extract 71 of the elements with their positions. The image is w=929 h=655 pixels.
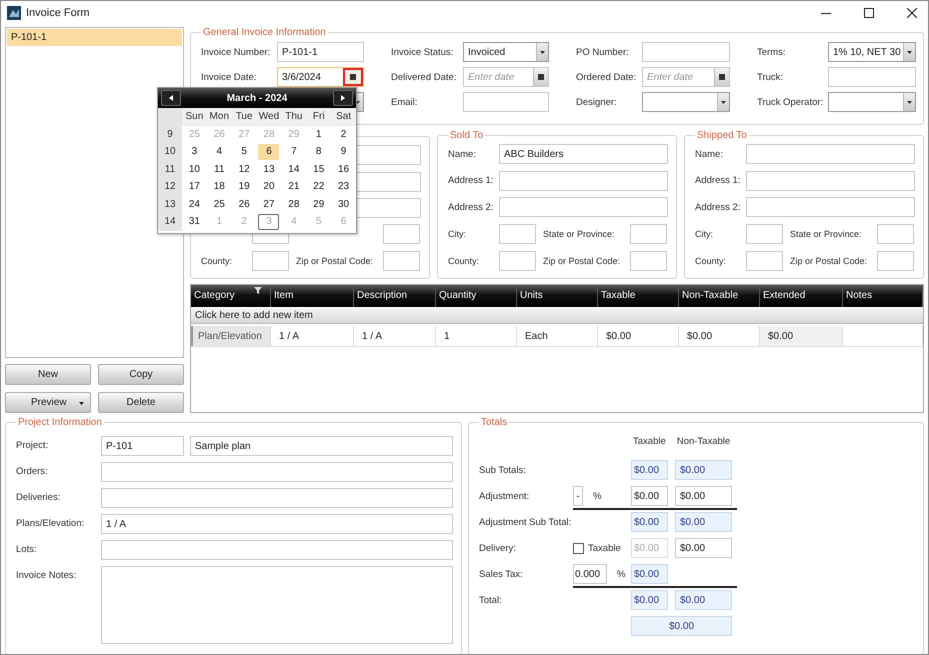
field-label: PO Number:: [575, 46, 630, 58]
week-number: 11: [158, 160, 182, 178]
field-label: Designer:: [575, 96, 618, 108]
field-label: Plans/Elevation:: [16, 517, 86, 529]
field-label: Address 1:: [695, 175, 742, 186]
field-label: Ordered Date:: [575, 72, 638, 82]
field-label: Sub Totals:: [479, 464, 527, 476]
field-label: Address 2:: [448, 202, 494, 213]
unit-label: %: [617, 568, 626, 580]
field-label: Adjustment Sub Total:: [479, 516, 572, 528]
week-number: 10: [158, 143, 182, 160]
weekday-label: Tue: [232, 108, 257, 126]
field-label: County:: [448, 256, 480, 266]
field-label: Deliveries:: [16, 491, 62, 503]
field-label: Delivered Date:: [390, 72, 458, 82]
field-label: Address 1:: [448, 175, 494, 186]
unit-label: %: [593, 490, 602, 502]
group-title: Shipped To: [696, 130, 748, 141]
table-cell: $0.00: [687, 330, 712, 342]
field-label: County:: [201, 256, 234, 266]
field-label: Sales Tax:: [479, 568, 524, 580]
field-label: Address 2:: [695, 202, 742, 213]
group-title: Project Information: [17, 417, 103, 428]
field-label: County:: [695, 256, 728, 266]
weekday-label: Wed: [256, 108, 282, 126]
window-title: Invoice Form: [26, 7, 90, 19]
group-title: General Invoice Information: [202, 27, 327, 38]
column-header: Taxable: [632, 436, 667, 446]
week-number: 14: [158, 213, 182, 230]
week-number: 12: [158, 178, 182, 196]
field-label: Name:: [695, 148, 724, 160]
field-label: Zip or Postal Code:: [542, 256, 622, 266]
table-cell: 1 / A: [279, 330, 300, 342]
field-label: Name:: [448, 148, 477, 160]
table-cell: $0.00: [768, 330, 794, 342]
field-label: Delivery:: [479, 542, 517, 554]
field-label: Total:: [479, 594, 503, 606]
field-label: State or Province:: [542, 229, 616, 240]
field-label: Invoice Date:: [201, 72, 258, 82]
table-cell: Each: [525, 330, 548, 342]
week-number: 13: [158, 196, 182, 213]
table-cell: 1: [444, 330, 450, 342]
table-cell: 1 / A: [362, 330, 382, 342]
field-label: Zip or Postal Code:: [295, 256, 374, 266]
column-header: Non-Taxable: [676, 436, 732, 446]
table-cell: $0.00: [606, 330, 632, 342]
field-label: City:: [448, 229, 467, 240]
field-label: Terms:: [756, 46, 786, 58]
field-label: Invoice Number:: [201, 46, 272, 58]
weekday-label: Sat: [331, 108, 356, 126]
field-label: Invoice Notes:: [16, 569, 78, 581]
field-label: Email:: [390, 96, 418, 108]
table-cell: Plan/Elevation: [198, 330, 262, 342]
group-title: Totals: [480, 417, 508, 428]
weekday-label: Thu: [281, 108, 306, 126]
field-label: State or Province:: [789, 229, 863, 240]
field-label: Invoice Status:: [390, 46, 454, 58]
field-label: City:: [695, 229, 714, 240]
field-label: Project:: [16, 439, 50, 451]
field-label: Truck:: [756, 72, 784, 82]
field-label: Lots:: [16, 543, 38, 555]
field-label: Zip or Postal Code:: [789, 256, 868, 266]
field-label: Truck Operator:: [756, 96, 824, 108]
group-title: Sold To: [449, 130, 484, 141]
checkbox-label: Taxable: [588, 542, 621, 554]
week-number: 9: [158, 126, 182, 143]
field-label: Orders:: [16, 465, 49, 477]
weekday-label: Sun: [182, 108, 207, 126]
field-label: Adjustment:: [479, 490, 530, 502]
weekday-label: Mon: [206, 108, 232, 126]
weekday-label: Fri: [306, 108, 332, 126]
